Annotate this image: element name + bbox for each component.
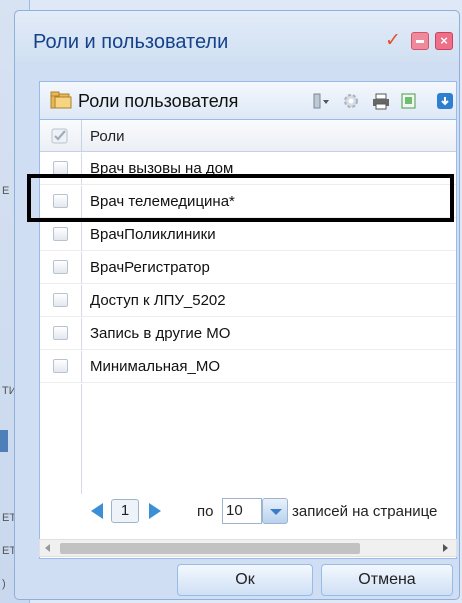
column-header-row: Роли [40, 120, 456, 152]
folder-icon [50, 91, 72, 109]
checkmark-icon[interactable]: ✓ [385, 31, 403, 50]
row-check-cell [40, 252, 82, 284]
table-row[interactable]: Запись в другие МО [40, 318, 456, 350]
settings-icon[interactable] [342, 92, 360, 110]
table-row[interactable]: Врач телемедицина* [40, 186, 456, 218]
role-label: Врач вызовы на дом [90, 160, 234, 177]
table-row[interactable]: Врач вызовы на дом [40, 153, 456, 185]
dialog-titlebar[interactable]: Роли и пользователи ✓ × [15, 11, 459, 61]
panel-header: Роли пользователя [40, 82, 456, 120]
row-checkbox[interactable] [53, 194, 68, 208]
scroll-right-icon[interactable] [443, 544, 448, 552]
roles-grid-panel: Роли пользователя Роли Врач вызовы на до… [39, 81, 457, 559]
table-row[interactable]: ВрачПоликлиники [40, 219, 456, 251]
table-row[interactable]: ВрачРегистратор [40, 252, 456, 284]
records-per-page-label: записей на странице [292, 503, 438, 520]
roles-dialog: Роли и пользователи ✓ × Роли пользовател… [14, 10, 460, 600]
role-label: ВрачПоликлиники [90, 226, 216, 243]
role-label: Врач телемедицина* [90, 193, 235, 210]
row-checkbox[interactable] [53, 359, 68, 373]
role-label: Доступ к ЛПУ_5202 [90, 292, 226, 309]
per-page-select[interactable]: 10 [222, 498, 262, 524]
pagination-bar: 1 по 10 записей на странице [39, 496, 457, 528]
role-label: ВрачРегистратор [90, 259, 210, 276]
roles-column-header[interactable]: Роли [90, 128, 125, 145]
print-icon[interactable] [372, 92, 390, 110]
cancel-button[interactable]: Отмена [321, 564, 453, 596]
panel-title: Роли пользователя [78, 91, 239, 111]
export-icon[interactable] [400, 92, 418, 110]
per-page-prefix: по [197, 503, 214, 520]
previous-page-icon[interactable] [91, 503, 103, 519]
row-check-cell [40, 219, 82, 251]
role-label: Запись в другие МО [90, 325, 231, 342]
scroll-thumb[interactable] [60, 543, 360, 554]
close-button[interactable]: × [435, 32, 453, 50]
columns-menu-icon[interactable] [312, 92, 330, 110]
row-checkbox[interactable] [53, 227, 68, 241]
page-number-input[interactable]: 1 [111, 499, 139, 523]
horizontal-scrollbar[interactable] [39, 539, 457, 557]
table-row[interactable]: Доступ к ЛПУ_5202 [40, 285, 456, 317]
role-label: Минимальная_МО [90, 358, 221, 375]
bg-fragment: ) [2, 578, 6, 590]
bg-fragment: E [2, 185, 10, 197]
ok-button[interactable]: Ок [177, 564, 313, 596]
grid-empty-area [40, 384, 82, 494]
table-row[interactable]: Минимальная_МО [40, 351, 456, 383]
refresh-icon[interactable] [436, 92, 454, 110]
minimize-button[interactable] [411, 32, 429, 50]
dialog-title: Роли и пользователи [33, 31, 229, 53]
row-check-cell [40, 285, 82, 317]
row-check-cell [40, 351, 82, 383]
row-check-cell [40, 318, 82, 350]
row-checkbox[interactable] [53, 161, 68, 175]
next-page-icon[interactable] [149, 503, 161, 519]
row-checkbox[interactable] [53, 293, 68, 307]
per-page-dropdown-button[interactable] [262, 498, 288, 524]
row-check-cell [40, 186, 82, 218]
scroll-left-icon[interactable] [45, 544, 50, 552]
row-checkbox[interactable] [53, 326, 68, 340]
bg-bar [0, 430, 8, 452]
row-check-cell [40, 153, 82, 185]
select-all-check-icon[interactable] [51, 128, 69, 144]
row-checkbox[interactable] [53, 260, 68, 274]
select-all-cell[interactable] [40, 120, 82, 152]
